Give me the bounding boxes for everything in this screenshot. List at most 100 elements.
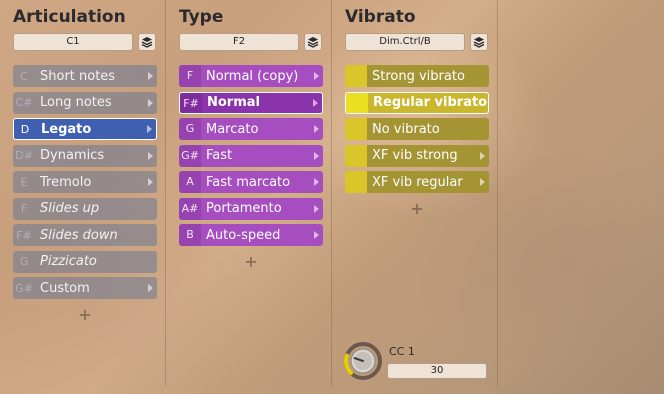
key-label: C# xyxy=(15,96,33,109)
item-label: Pizzicato xyxy=(40,254,97,269)
item-label: XF vib regular xyxy=(372,174,463,190)
color-swatch xyxy=(345,171,367,193)
vibrato-item-strong[interactable]: Strong vibrato xyxy=(345,65,489,87)
key-label: F# xyxy=(180,92,202,113)
key-label: G# xyxy=(15,281,33,295)
chevron-right-icon xyxy=(314,125,319,133)
vibrato-list: Strong vibrato Regular vibrato No vibrat… xyxy=(345,65,489,218)
key-label: G xyxy=(179,118,201,140)
color-swatch xyxy=(346,92,368,113)
key-label: G# xyxy=(179,144,201,167)
add-vibrato-button[interactable]: + xyxy=(345,199,489,218)
chevron-right-icon xyxy=(314,204,319,213)
item-label: Legato xyxy=(41,121,92,137)
item-label: Slides down xyxy=(40,227,118,243)
vibrato-layers-button[interactable] xyxy=(470,33,488,51)
articulation-item-pizzicato[interactable]: G Pizzicato xyxy=(13,250,157,273)
item-label: Strong vibrato xyxy=(372,68,465,84)
item-label: Regular vibrato xyxy=(373,95,488,110)
type-item-portamento[interactable]: A# Portamento xyxy=(179,197,323,220)
articulation-item-custom[interactable]: G# Custom xyxy=(13,277,157,299)
type-item-fast-marcato[interactable]: A Fast marcato xyxy=(179,171,323,193)
layers-icon xyxy=(307,37,319,48)
item-label: XF vib strong xyxy=(372,148,458,163)
type-item-fast[interactable]: G# Fast xyxy=(179,144,323,167)
chevron-right-icon xyxy=(314,151,319,160)
item-label: Fast xyxy=(206,148,233,163)
item-label: Tremolo xyxy=(40,174,92,190)
item-label: Normal xyxy=(207,95,260,110)
type-item-marcato[interactable]: G Marcato xyxy=(179,118,323,140)
chevron-right-icon xyxy=(314,231,319,239)
chevron-right-icon xyxy=(148,72,153,80)
chevron-right-icon xyxy=(148,178,153,186)
cc-label: CC 1 xyxy=(389,345,415,358)
articulation-item-dynamics[interactable]: D# Dynamics xyxy=(13,144,157,167)
item-label: Custom xyxy=(40,280,90,296)
add-articulation-button[interactable]: + xyxy=(13,305,157,324)
key-label: E xyxy=(20,175,28,189)
vibrato-title: Vibrato xyxy=(345,7,416,27)
chevron-right-icon xyxy=(148,151,153,160)
vibrato-item-xf-strong[interactable]: XF vib strong xyxy=(345,144,489,167)
key-label: D xyxy=(20,122,30,136)
key-label: B xyxy=(179,224,201,246)
chevron-right-icon xyxy=(313,98,318,107)
vibrato-controller-selector[interactable]: Dim.Ctrl/B xyxy=(345,33,465,51)
key-label: D# xyxy=(15,149,33,162)
color-swatch xyxy=(345,65,367,87)
type-item-auto-speed[interactable]: B Auto-speed xyxy=(179,224,323,246)
articulation-item-slides-up[interactable]: F Slides up xyxy=(13,197,157,220)
key-label: F# xyxy=(16,228,32,242)
item-label: Portamento xyxy=(206,201,282,216)
vibrato-column: Vibrato Dim.Ctrl/B Strong vibrato Regula… xyxy=(332,0,498,386)
type-list: F Normal (copy) F# Normal G Marcato G# Fast … xyxy=(179,65,323,271)
add-type-button[interactable]: + xyxy=(179,252,323,271)
articulation-column: Articulation C1 C Short notes C# Long note… xyxy=(0,0,166,386)
color-swatch xyxy=(345,144,367,167)
articulation-item-legato[interactable]: D Legato xyxy=(13,118,157,140)
key-label: C xyxy=(20,69,28,83)
articulation-layers-button[interactable] xyxy=(138,33,156,51)
cc-value-field[interactable]: 30 xyxy=(387,363,487,379)
key-label: A xyxy=(179,171,201,193)
key-label: F xyxy=(179,65,201,87)
color-swatch xyxy=(345,118,367,140)
vibrato-item-xf-regular[interactable]: XF vib regular xyxy=(345,171,489,193)
vibrato-item-regular[interactable]: Regular vibrato xyxy=(345,91,489,114)
item-label: Dynamics xyxy=(40,148,105,163)
layers-icon xyxy=(473,37,485,48)
chevron-right-icon xyxy=(480,178,485,186)
articulation-key-selector[interactable]: C1 xyxy=(13,33,133,51)
cc-knob[interactable] xyxy=(343,341,383,381)
type-layers-button[interactable] xyxy=(304,33,322,51)
knob-level-arc xyxy=(344,353,353,376)
layers-icon xyxy=(141,37,153,48)
item-label: Fast marcato xyxy=(206,174,291,190)
chevron-right-icon xyxy=(148,284,153,292)
type-item-normal-copy[interactable]: F Normal (copy) xyxy=(179,65,323,87)
articulation-item-long-notes[interactable]: C# Long notes xyxy=(13,91,157,114)
vibrato-item-none[interactable]: No vibrato xyxy=(345,118,489,140)
item-label: Short notes xyxy=(40,68,116,84)
item-label: Slides up xyxy=(40,201,100,216)
cc-controller: CC 1 30 xyxy=(343,341,493,381)
type-column: Type F2 F Normal (copy) F# Normal G Marcato… xyxy=(166,0,332,386)
item-label: Auto-speed xyxy=(206,227,281,243)
chevron-right-icon xyxy=(148,98,153,107)
key-label: F xyxy=(20,202,28,215)
key-label: A# xyxy=(179,197,201,220)
item-label: Marcato xyxy=(206,121,259,137)
chevron-right-icon xyxy=(314,178,319,186)
chevron-right-icon xyxy=(147,125,152,133)
articulation-item-tremolo[interactable]: E Tremolo xyxy=(13,171,157,193)
item-label: Long notes xyxy=(40,95,112,110)
articulation-item-short-notes[interactable]: C Short notes xyxy=(13,65,157,87)
type-item-normal[interactable]: F# Normal xyxy=(179,91,323,114)
type-key-selector[interactable]: F2 xyxy=(179,33,299,51)
item-label: Normal (copy) xyxy=(206,68,299,84)
articulation-list: C Short notes C# Long notes D Legato D# Dyna… xyxy=(13,65,157,324)
articulation-item-slides-down[interactable]: F# Slides down xyxy=(13,224,157,246)
key-label: G xyxy=(19,255,29,268)
chevron-right-icon xyxy=(314,72,319,80)
